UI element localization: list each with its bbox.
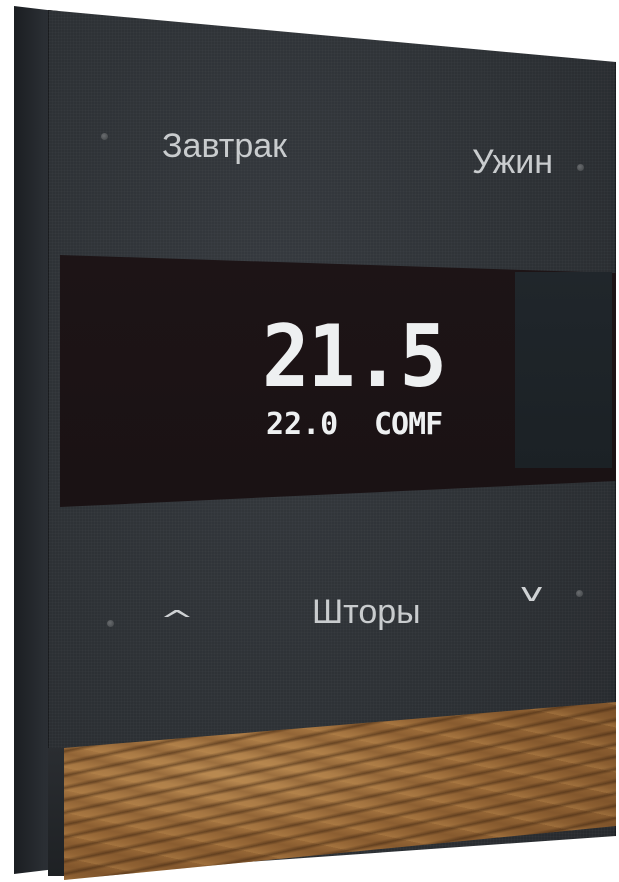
blinds-up-indicator-led xyxy=(107,620,114,627)
thermostat-panel: Завтрак Ужин 21.5 22.0 COMF ^ Шторы v xyxy=(0,0,619,882)
mode-indicator: COMF xyxy=(374,407,443,442)
wood-strip-edge xyxy=(48,748,66,876)
dinner-indicator-led xyxy=(577,164,584,171)
breakfast-indicator-led xyxy=(101,133,108,140)
setpoint-temperature: 22.0 xyxy=(266,407,339,442)
breakfast-label: Завтрак xyxy=(162,127,288,165)
current-temperature: 21.5 xyxy=(262,307,447,407)
blinds-label: Шторы xyxy=(312,593,421,631)
blinds-up-button[interactable] xyxy=(64,515,334,695)
chevron-up-icon: ^ xyxy=(159,606,195,636)
chevron-down-icon: v xyxy=(520,578,544,608)
dinner-label: Ужин xyxy=(472,143,553,181)
blinds-down-indicator-led xyxy=(576,590,583,597)
display-glass-reflection xyxy=(515,272,612,468)
